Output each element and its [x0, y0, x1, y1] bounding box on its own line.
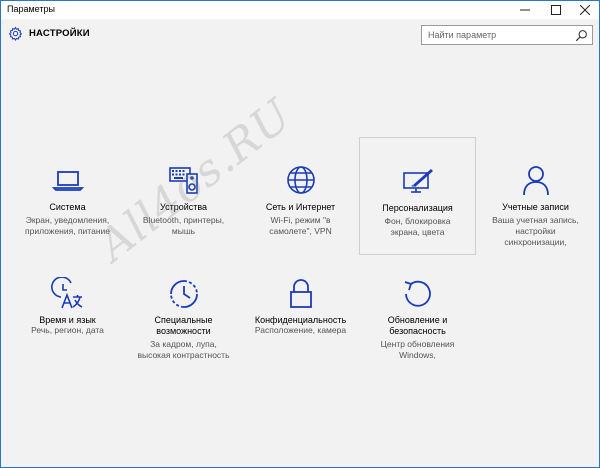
tile-accounts[interactable]: Учетные записи Ваша учетная запись, наст… [477, 137, 594, 255]
tile-time-desc-1: Речь, регион, дата [31, 325, 104, 335]
accessibility-icon [167, 277, 201, 311]
tile-accounts-name: Учетные записи [502, 202, 569, 212]
tile-update-desc-1: Центр обновления [380, 339, 455, 349]
tile-update-name: Обновление и [387, 315, 448, 325]
minimize-icon [519, 9, 530, 11]
close-icon [579, 5, 590, 15]
tile-update-desc-2: Windows, [399, 350, 436, 360]
tile-personalization[interactable]: Персонализация Фон, блокировка экрана, ц… [359, 137, 476, 255]
settings-window: Параметры НАСТРОЙКИ Найти параметр Систе… [0, 0, 600, 468]
search-box[interactable] [421, 25, 593, 45]
lock-icon [284, 277, 318, 311]
tile-devices-name: Устройства [159, 202, 208, 212]
tile-accessibility-desc-2: высокая контрастность [137, 350, 230, 360]
minimize-button[interactable] [510, 1, 539, 19]
tile-network-desc-1: Wi-Fi, режим "в [270, 215, 331, 225]
window-title: Параметры [7, 4, 55, 14]
tile-devices-desc-1: Bluetooth, принтеры, [142, 215, 225, 225]
clock-language-icon [50, 277, 85, 311]
laptop-icon [51, 163, 85, 197]
tile-accessibility-desc-1: За кадром, лупа, [150, 339, 217, 349]
tile-accessibility[interactable]: Специальные возможности За кадром, лупа,… [125, 257, 242, 375]
tile-personalization-name: Персонализация [382, 203, 453, 213]
page-title: НАСТРОЙКИ [29, 28, 90, 39]
tile-privacy[interactable]: Конфиденциальность Расположение, камера [242, 257, 359, 375]
tile-accessibility-name-2: возможности [156, 326, 211, 336]
tile-network-desc-2: самолете", VPN [269, 226, 332, 236]
globe-icon [284, 163, 318, 197]
tile-system[interactable]: Система Экран, уведомления, приложения, … [9, 137, 126, 255]
tile-system-desc-1: Экран, уведомления, [25, 215, 110, 225]
close-button[interactable] [570, 1, 599, 19]
tile-time-language[interactable]: Время и язык Речь, регион, дата [9, 257, 126, 375]
tile-accounts-desc-3: синхронизации, [504, 237, 567, 247]
search-input[interactable] [422, 26, 572, 44]
person-icon [519, 163, 553, 197]
tile-system-desc-2: приложения, питание [25, 226, 110, 236]
tile-accessibility-name: Специальные [154, 315, 213, 325]
gear-icon [8, 26, 23, 41]
tile-network[interactable]: Сеть и Интернет Wi-Fi, режим "в самолете… [242, 137, 359, 255]
page-header: НАСТРОЙКИ [1, 19, 599, 49]
tile-update-name-2: безопасность [389, 326, 446, 336]
tile-accounts-desc-1: Ваша учетная запись, [492, 215, 579, 225]
keyboard-speaker-icon [167, 163, 201, 197]
search-icon[interactable] [575, 29, 588, 42]
maximize-button[interactable] [541, 1, 570, 19]
tile-personalization-desc-2: экрана, цвета [390, 227, 445, 237]
tile-system-name: Система [49, 202, 86, 212]
tile-update[interactable]: Обновление и безопасность Центр обновлен… [359, 257, 476, 375]
monitor-pen-icon [401, 164, 435, 198]
tile-accounts-desc-2: настройки [515, 226, 556, 236]
tile-devices[interactable]: Устройства Bluetooth, принтеры, мышь [125, 137, 242, 255]
maximize-icon [550, 5, 561, 15]
tile-privacy-desc-1: Расположение, камера [254, 325, 347, 335]
update-icon [401, 277, 435, 311]
tile-personalization-desc-1: Фон, блокировка [384, 216, 451, 226]
title-bar: Параметры [1, 1, 599, 19]
tile-network-name: Сеть и Интернет [265, 202, 336, 212]
tile-devices-desc-2: мышь [171, 226, 196, 236]
